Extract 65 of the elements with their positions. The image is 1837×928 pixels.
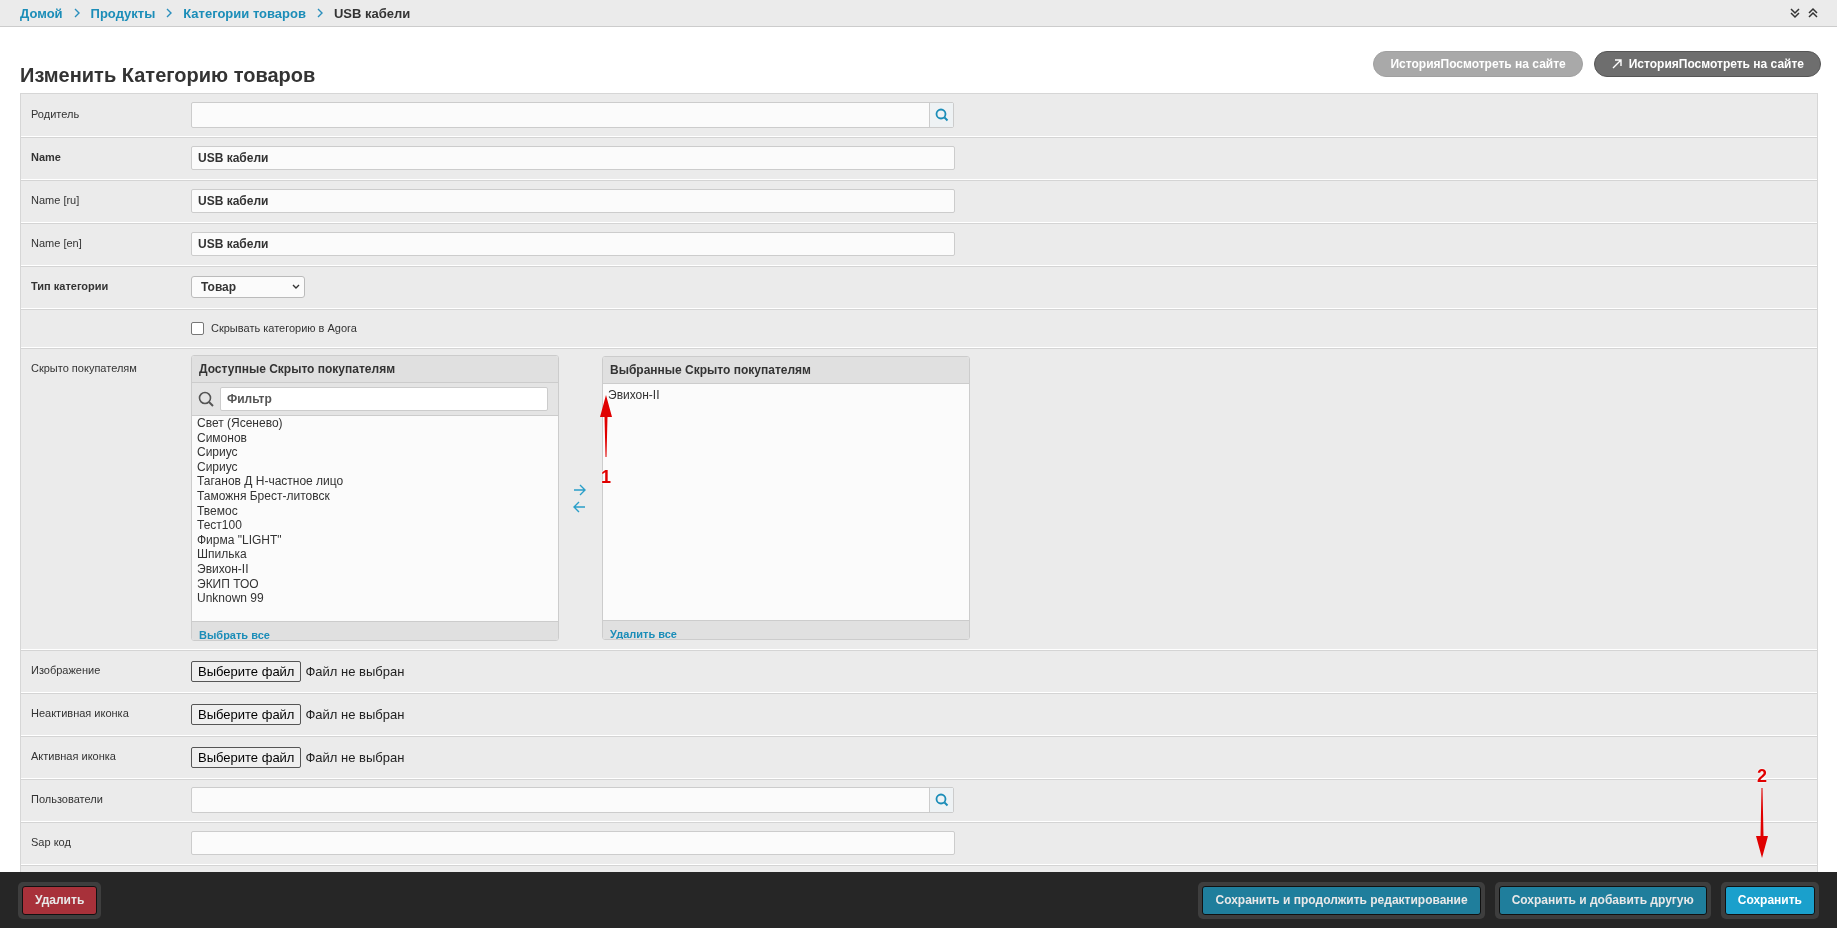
lookup-field[interactable] (191, 102, 954, 128)
expand-all-icon[interactable] (1789, 7, 1801, 19)
list-option[interactable]: Эвихон-II (197, 561, 553, 577)
text-field[interactable]: USB кабели (191, 146, 955, 170)
chevron-icon (72, 8, 81, 18)
search-icon (934, 793, 949, 807)
checkbox[interactable] (191, 321, 204, 335)
page-title: Изменить Категорию товаров (20, 64, 316, 88)
breadcrumb-current: USB кабели (333, 5, 411, 21)
choose-file-button[interactable]: Выберите файл (191, 703, 302, 725)
filter-field[interactable]: Фильтр (220, 387, 548, 411)
save-button[interactable]: Сохранить и добавить другую (1498, 885, 1707, 915)
field-label: Name (31, 151, 61, 163)
text-field[interactable] (191, 831, 955, 855)
search-icon (934, 108, 949, 122)
history-button[interactable]: ИсторияПосмотреть на сайте (1593, 51, 1821, 77)
arrow-right-icon (572, 483, 586, 496)
file-status: Файл не выбран (305, 663, 405, 679)
list-option[interactable]: Unknown 99 (197, 591, 553, 606)
field-label: Тип категории (31, 280, 109, 292)
annotation-number: 2 (1757, 767, 1767, 785)
field-label: Скрыто покупателям (31, 362, 137, 374)
search-button[interactable] (929, 103, 953, 127)
field-label: Родитель (31, 108, 80, 120)
field-label: Изображение (31, 664, 101, 676)
list-option[interactable]: Эвихон-II (608, 388, 964, 403)
annotation-arrow (1756, 788, 1768, 858)
search-icon (198, 391, 214, 407)
field-label: Активная иконка (31, 750, 116, 762)
list-option[interactable]: Таганов Д Н-частное лицо (197, 474, 553, 489)
file-status: Файл не выбран (305, 706, 405, 722)
choose-file-button[interactable]: Выберите файл (191, 746, 302, 768)
lookup-field[interactable] (191, 787, 954, 813)
category-type-select[interactable]: Товар (191, 276, 305, 298)
field-label: Name [ru] (31, 194, 80, 206)
list-title: Выбранные Скрыто покупателям (603, 357, 969, 384)
field-label: Name [en] (31, 237, 82, 249)
list-title: Доступные Скрыто покупателям (192, 356, 558, 383)
field-label: Пользователи (31, 793, 103, 805)
list-option[interactable]: Симонов (197, 430, 553, 446)
delete-button[interactable]: Удалить (22, 885, 98, 915)
list-option[interactable]: Фирма "LIGHT" (197, 532, 553, 548)
dropdown-icon (292, 284, 300, 290)
list-option[interactable]: ЭКИП ТОО (197, 576, 553, 592)
list-option[interactable]: Таможня Брест-литовск (197, 488, 553, 504)
text-field[interactable]: USB кабели (191, 189, 955, 213)
field-label: Sap код (31, 836, 71, 848)
list-option[interactable]: Свет (Ясенево) (197, 416, 553, 431)
list-option[interactable]: Тест100 (197, 518, 553, 533)
list-option[interactable]: Твемос (197, 503, 553, 519)
field-label: Неактивная иконка (31, 707, 129, 719)
chevron-icon (315, 8, 324, 18)
save-button[interactable]: Сохранить и продолжить редактирование (1202, 885, 1481, 915)
file-status: Файл не выбран (305, 749, 405, 765)
arrow-left-icon (572, 500, 586, 513)
checkbox-label[interactable]: Скрывать категорию в Agora (211, 322, 357, 334)
choose-file-button[interactable]: Выберите файл (191, 660, 302, 682)
list-option[interactable]: Сириус (197, 445, 553, 460)
search-button[interactable] (929, 788, 953, 812)
list-option[interactable]: Сириус (197, 459, 553, 475)
text-field[interactable]: USB кабели (191, 232, 955, 256)
collapse-all-icon[interactable] (1807, 7, 1819, 19)
chevron-icon (165, 8, 174, 18)
annotation-number: 1 (601, 468, 611, 486)
list-option[interactable]: Шпилька (197, 547, 553, 562)
